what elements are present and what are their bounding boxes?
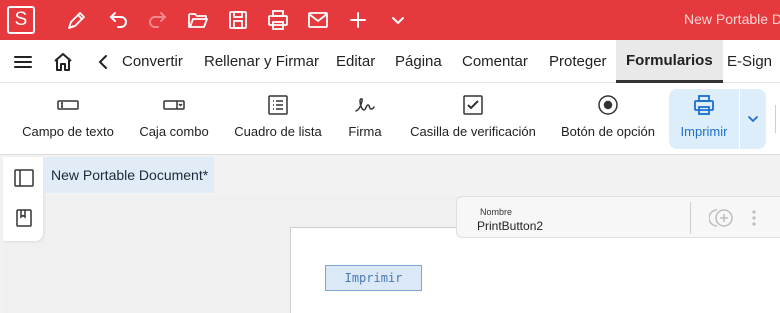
print-button-inner: Imprimir [669, 83, 739, 155]
document-tab[interactable]: New Portable Document* [44, 157, 214, 193]
menu-editar[interactable]: Editar [336, 40, 375, 83]
menu-comentar[interactable]: Comentar [462, 40, 528, 83]
ribbon-divider [775, 105, 776, 133]
text-field-label: Campo de texto [22, 124, 114, 139]
menu-proteger[interactable]: Proteger [549, 40, 607, 83]
home-icon[interactable] [51, 50, 75, 74]
radio-button-label: Botón de opción [561, 124, 655, 139]
signature-icon [353, 93, 377, 117]
menu-rellenar-y-firmar[interactable]: Rellenar y Firmar [204, 40, 319, 83]
print-dropdown-button[interactable] [740, 89, 766, 149]
checkbox-label: Casilla de verificación [410, 124, 536, 139]
form-print-button[interactable]: Imprimir [325, 265, 422, 291]
list-box-icon [266, 93, 290, 117]
combo-box-label: Caja combo [139, 124, 209, 139]
menu-convertir[interactable]: Convertir [122, 40, 183, 83]
radio-button-tool[interactable]: Botón de opción [560, 83, 656, 155]
text-field-icon [56, 93, 80, 117]
menu-pagina[interactable]: Página [395, 40, 442, 83]
print-button-tool[interactable]: Imprimir [669, 89, 739, 149]
field-property-bar: Nombre PrintButton2 [456, 196, 780, 238]
combo-box-icon [162, 93, 186, 117]
chevron-down-icon[interactable] [386, 8, 410, 32]
side-panel [3, 157, 43, 241]
mail-icon[interactable] [306, 8, 330, 32]
menu-bar: Convertir Rellenar y Firmar Editar Págin… [0, 40, 780, 83]
save-icon[interactable] [226, 8, 250, 32]
print-label: Imprimir [680, 124, 728, 139]
bookmark-icon[interactable] [13, 207, 35, 229]
property-separator [690, 202, 691, 234]
name-label: Nombre [480, 207, 513, 217]
forms-ribbon: Campo de texto Caja combo Cuadro de list… [0, 83, 780, 155]
combo-box-tool[interactable]: Caja combo [137, 83, 211, 155]
print-icon[interactable] [266, 8, 290, 32]
pen-icon[interactable] [65, 8, 89, 32]
list-box-tool[interactable]: Cuadro de lista [233, 83, 323, 155]
document-tab-label: New Portable Document* [51, 167, 209, 183]
list-box-label: Cuadro de lista [234, 124, 322, 139]
radio-button-icon [596, 93, 620, 117]
checkbox-tool[interactable]: Casilla de verificación [408, 83, 538, 155]
undo-icon[interactable] [106, 8, 130, 32]
print-icon [692, 93, 716, 117]
panel-toggle-icon[interactable] [13, 167, 35, 189]
hamburger-menu-icon[interactable] [11, 50, 35, 74]
text-field-tool[interactable]: Campo de texto [20, 83, 116, 155]
chevron-left-icon[interactable] [92, 50, 116, 74]
window-title: New Portable D [684, 11, 780, 27]
name-value[interactable]: PrintButton2 [477, 219, 543, 233]
menu-e-sign[interactable]: E-Sign [727, 40, 772, 83]
checkbox-icon [461, 93, 485, 117]
more-options-icon[interactable] [747, 207, 761, 229]
signature-label: Firma [348, 124, 382, 139]
app-logo: S [7, 6, 35, 34]
chevron-down-icon [748, 116, 758, 123]
add-action-icon[interactable] [708, 206, 735, 230]
menu-formularios[interactable]: Formularios [616, 40, 723, 83]
form-print-button-caption: Imprimir [344, 271, 403, 285]
open-folder-icon[interactable] [186, 8, 210, 32]
redo-icon [146, 8, 170, 32]
title-bar: S New Portable D [0, 0, 780, 40]
signature-tool[interactable]: Firma [345, 83, 385, 155]
plus-icon[interactable] [346, 8, 370, 32]
